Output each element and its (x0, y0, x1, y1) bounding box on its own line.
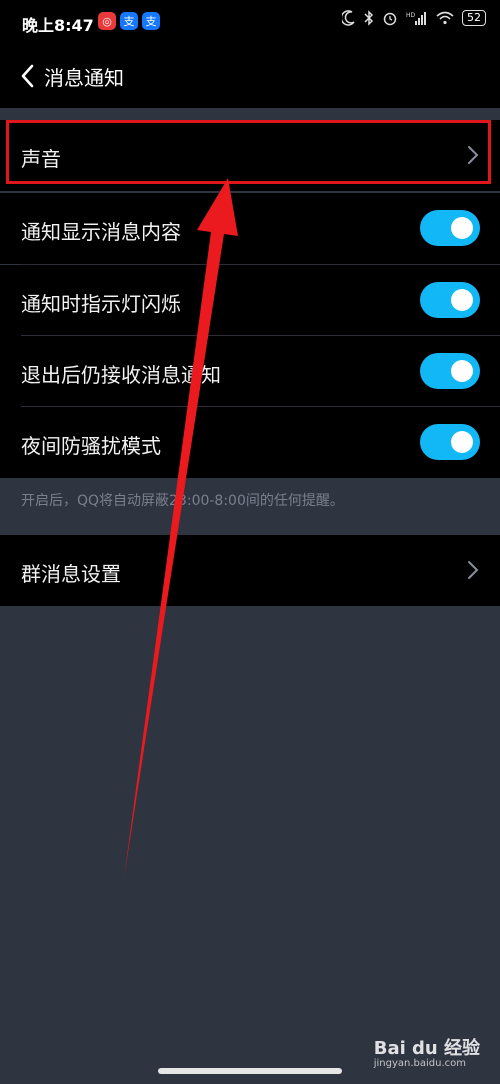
toggle-knob (451, 217, 473, 239)
toggle-row-show-content: 通知显示消息内容 (0, 193, 500, 264)
group-message-settings-row[interactable]: 群消息设置 (0, 535, 500, 606)
status-time: 晚上8:47 (22, 16, 94, 35)
toggle-knob (451, 289, 473, 311)
toggle-row-night-mode: 夜间防骚扰模式 (0, 407, 500, 478)
netease-music-icon: ◎ (98, 12, 116, 30)
wifi-icon (436, 11, 454, 25)
page-title: 消息通知 (44, 66, 124, 90)
battery-indicator: 52 (462, 10, 486, 26)
home-indicator[interactable] (158, 1068, 342, 1074)
alarm-icon (383, 12, 397, 26)
toggle-row-receive-after-exit: 退出后仍接收消息通知 (0, 336, 500, 407)
toggle-label: 夜间防骚扰模式 (21, 434, 161, 458)
title-bar: 消息通知 (0, 44, 500, 108)
toggle-row-led-blink: 通知时指示灯闪烁 (0, 265, 500, 336)
status-bar: 晚上8:47 ◎ 支 支 HD 52 (0, 0, 500, 44)
night-mode-toggle[interactable] (420, 424, 480, 460)
toggle-label: 退出后仍接收消息通知 (21, 363, 221, 387)
signal-icon: HD (406, 12, 426, 25)
night-mode-hint: 开启后，QQ将自动屏蔽23:00-8:00间的任何提醒。 (21, 493, 344, 509)
chevron-right-icon (468, 561, 479, 579)
led-blink-toggle[interactable] (420, 282, 480, 318)
toggle-label: 通知时指示灯闪烁 (21, 292, 181, 316)
show-content-toggle[interactable] (420, 210, 480, 246)
toggle-label: 通知显示消息内容 (21, 220, 181, 244)
hd-label: HD (406, 12, 416, 19)
toggle-knob (451, 431, 473, 453)
bluetooth-icon (364, 10, 374, 26)
moon-icon (342, 10, 355, 26)
receive-after-exit-toggle[interactable] (420, 353, 480, 389)
status-indicators: HD 52 (342, 10, 486, 26)
baidu-jingyan-logo: Bai du 经验 (373, 1038, 480, 1059)
back-arrow-icon[interactable] (18, 62, 42, 90)
alipay-icon: 支 (142, 12, 160, 30)
toggle-knob (451, 360, 473, 382)
alipay-icon: 支 (120, 12, 138, 30)
watermark-url: jingyan.baidu.com (373, 1058, 466, 1069)
highlight-box (6, 120, 491, 184)
group-settings-label: 群消息设置 (21, 562, 121, 586)
